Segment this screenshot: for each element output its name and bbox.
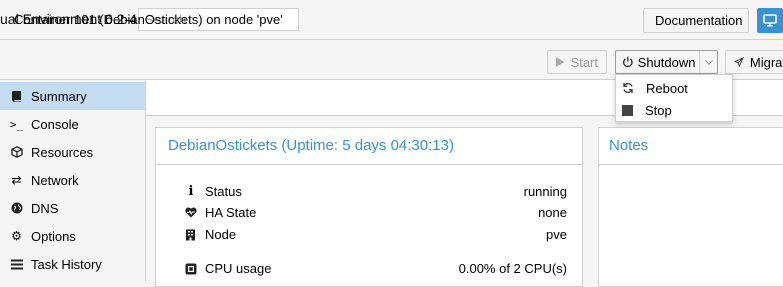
sidebar-item-summary[interactable]: Summary — [0, 82, 145, 110]
container-title: Container 101 (DebianOstickets) on node … — [14, 12, 283, 27]
heartbeat-icon — [185, 207, 197, 218]
sidebar-item-label: Network — [31, 172, 79, 188]
sidebar-item-label: Summary — [31, 88, 87, 104]
building-icon — [185, 229, 197, 241]
monitor-icon — [763, 14, 777, 27]
paper-plane-icon — [734, 57, 744, 68]
sidebar-item-network[interactable]: ⇄ Network — [0, 166, 145, 194]
sidebar-item-label: Resources — [31, 144, 94, 160]
shutdown-menu: Reboot Stop — [615, 74, 733, 122]
shutdown-button[interactable]: Shutdown — [615, 50, 718, 74]
cube-icon — [10, 146, 23, 159]
sidebar-item-label: Task History — [31, 256, 102, 272]
start-label: Start — [570, 54, 598, 70]
node-value: pve — [546, 227, 567, 242]
migrate-button[interactable]: Migrat — [725, 50, 783, 74]
documentation-label: Documentation — [655, 13, 743, 28]
sidebar-item-label: Options — [31, 228, 76, 244]
menu-item-stop[interactable]: Stop — [616, 99, 732, 121]
menu-item-label: Stop — [645, 102, 672, 118]
cpu-usage-row-label: CPU usage — [185, 261, 271, 276]
documentation-button[interactable]: Documentation — [643, 8, 749, 33]
ha-state-value: none — [538, 205, 567, 220]
menu-item-reboot[interactable]: Reboot — [616, 77, 732, 99]
sidebar-item-options[interactable]: ⚙ Options — [0, 222, 145, 250]
sidebar-item-resources[interactable]: Resources — [0, 138, 145, 166]
status-panel-title: DebianOstickets (Uptime: 5 days 04:30:13… — [168, 137, 454, 154]
divider — [598, 164, 783, 165]
divider — [155, 164, 583, 165]
cpu-icon — [185, 263, 197, 275]
sidebar-item-label: DNS — [31, 200, 59, 216]
status-value: running — [523, 184, 567, 199]
shutdown-label: Shutdown — [637, 54, 696, 70]
start-button[interactable]: Start — [547, 50, 607, 74]
sidebar-item-label: Console — [31, 116, 79, 132]
chevron-down-icon[interactable] — [699, 51, 717, 73]
exchange-icon: ⇄ — [11, 173, 22, 187]
console-button[interactable] — [757, 8, 783, 33]
sidebar-item-task-history[interactable]: Task History — [0, 250, 145, 278]
migrate-label: Migrat — [749, 54, 783, 70]
cpu-usage-value: 0.00% of 2 CPU(s) — [458, 261, 567, 276]
power-icon — [623, 56, 633, 68]
info-icon: i — [188, 184, 194, 199]
stop-icon — [622, 104, 633, 116]
ha-state-row-label: HA State — [185, 205, 256, 220]
node-row-label: Node — [185, 227, 236, 242]
refresh-icon — [622, 82, 634, 94]
sidebar-item-console[interactable]: >_ Console — [0, 110, 145, 138]
globe-icon — [10, 202, 23, 215]
list-icon — [10, 258, 23, 271]
gear-icon: ⚙ — [11, 229, 22, 243]
status-row-label: i Status — [185, 184, 242, 199]
play-icon — [556, 57, 565, 67]
menu-item-label: Reboot — [646, 80, 688, 96]
notes-panel-title: Notes — [609, 137, 649, 154]
terminal-icon: >_ — [9, 117, 24, 131]
sidebar-item-dns[interactable]: DNS — [0, 194, 145, 222]
book-icon — [10, 90, 23, 103]
